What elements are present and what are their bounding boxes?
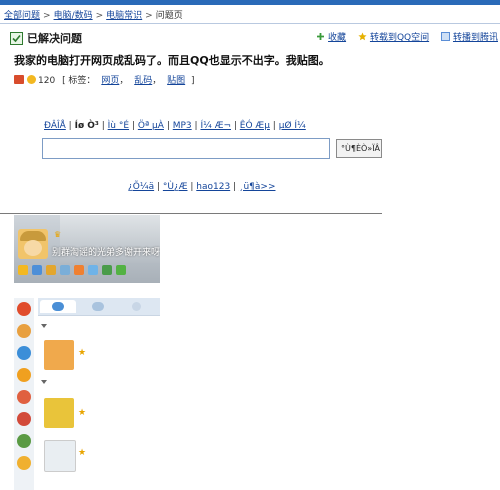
tags-end: ] xyxy=(191,76,195,86)
star-icon xyxy=(358,32,367,41)
garbled-bottom-link[interactable]: ¸ü¶à>> xyxy=(239,182,276,192)
tag-sep: ， xyxy=(152,76,162,86)
star-icon: ★ xyxy=(78,448,87,458)
chat-bubble-icon xyxy=(52,302,64,311)
group-expand-icon[interactable] xyxy=(41,380,47,384)
screenshot-divider xyxy=(0,213,382,214)
garbled-bottom-link[interactable]: °Ù¿Æ xyxy=(163,182,188,192)
breadcrumb-current: 问题页 xyxy=(155,11,183,21)
garbled-link[interactable]: ÐÂÎÅ xyxy=(44,121,66,131)
buddy-avatar[interactable] xyxy=(44,340,74,370)
link-sep: | xyxy=(230,182,239,192)
breadcrumb-sep: > xyxy=(145,11,153,21)
avatar[interactable] xyxy=(18,229,48,259)
qq-toolbar-icon[interactable] xyxy=(74,265,84,275)
share-qzone-label: 转载到QQ空间 xyxy=(369,33,430,43)
garbled-link[interactable]: µØ Í¼ xyxy=(279,121,306,131)
qq-tabs xyxy=(38,298,160,316)
favorite-link[interactable]: 收藏 xyxy=(316,30,346,43)
qq-toolbar-icon[interactable] xyxy=(18,265,28,275)
top-accent-bar xyxy=(0,0,500,5)
qq-sidebar xyxy=(14,298,34,490)
breadcrumb-link-all[interactable]: 全部问题 xyxy=(4,11,40,21)
question-actions: 收藏 转载到QQ空间 转播到腾讯 xyxy=(307,30,498,43)
tags-label: [ 标签： xyxy=(62,76,96,86)
link-sep: | xyxy=(187,182,197,192)
reward-points: 120 xyxy=(38,76,56,86)
check-icon xyxy=(10,32,23,45)
qq-toolbar-icon[interactable] xyxy=(88,265,98,275)
star-icon: ★ xyxy=(78,348,87,358)
buddy-avatar[interactable] xyxy=(44,440,76,472)
buddy-avatar[interactable] xyxy=(44,398,74,428)
qq-app-icon[interactable] xyxy=(17,390,31,404)
qq-header: ♛ 别群淘谣的光弟多谢开来呀 xyxy=(14,215,160,283)
qq-app-icon[interactable] xyxy=(17,346,31,360)
qq-toolbar-icon[interactable] xyxy=(116,265,126,275)
tab-groups[interactable] xyxy=(80,300,116,313)
link-sep: | xyxy=(154,182,163,192)
qq-app-icon[interactable] xyxy=(17,434,31,448)
share-tencent-label: 转播到腾讯 xyxy=(452,33,498,43)
breadcrumb-sep: > xyxy=(43,11,51,21)
header-divider xyxy=(0,23,500,24)
qq-signature: 别群淘谣的光弟多谢开来呀 xyxy=(52,248,160,258)
qq-buddy-list: ★ ★ ★ xyxy=(38,316,160,490)
share-qzone-link[interactable]: 转载到QQ空间 xyxy=(358,30,429,43)
qq-toolbar-icon[interactable] xyxy=(102,265,112,275)
breadcrumb: 全部问题 > 电脑/数码 > 电脑常识 > 问题页 xyxy=(4,8,183,21)
status-row: 已解决问题 收藏 转载到QQ空间 转播到腾讯 xyxy=(10,30,498,46)
breadcrumb-link-digital[interactable]: 电脑/数码 xyxy=(54,11,93,21)
qq-app-icon[interactable] xyxy=(17,412,31,426)
tag-link-garbled[interactable]: 乱码 xyxy=(134,76,152,86)
tab-contacts[interactable] xyxy=(40,300,76,313)
qq-app-icon[interactable] xyxy=(17,456,31,470)
tag-link-image[interactable]: 贴图 xyxy=(167,76,185,86)
crown-icon: ♛ xyxy=(54,230,62,239)
garbled-bottom-link[interactable]: ¿Õ¼ä xyxy=(128,182,154,192)
qq-app-icon[interactable] xyxy=(17,302,31,316)
group-expand-icon[interactable] xyxy=(41,324,47,328)
tab-search[interactable] xyxy=(120,300,156,313)
tag-link-webpage[interactable]: 网页 xyxy=(101,76,119,86)
qq-toolbar-icon[interactable] xyxy=(46,265,56,275)
garbled-nav-links: ÐÂÎÅ | Íø Ò³ | Ìù °É | Öª µÀ | MP3 | Í¼ … xyxy=(44,121,306,131)
share-tencent-link[interactable]: 转播到腾讯 xyxy=(440,30,498,43)
garbled-link[interactable]: MP3 xyxy=(173,121,192,131)
favorite-label: 收藏 xyxy=(328,33,347,43)
garbled-link[interactable]: Í¼ Æ¬ xyxy=(200,121,231,131)
qq-app-icon[interactable] xyxy=(17,368,31,382)
question-meta: 120 [ 标签： 网页， 乱码， 贴图 ] xyxy=(14,73,195,86)
breadcrumb-sep: > xyxy=(95,11,104,21)
qq-toolbar-icon[interactable] xyxy=(32,265,42,275)
qq-toolbar-icon[interactable] xyxy=(60,265,70,275)
search-icon xyxy=(132,302,141,311)
garbled-link[interactable]: ÊÓ Æµ xyxy=(240,121,270,131)
question-title: 我家的电脑打开网页成乱码了。而且QQ也显示不出字。我贴图。 xyxy=(14,54,330,67)
star-icon: ★ xyxy=(78,408,87,418)
tag-sep: ， xyxy=(119,76,129,86)
group-bubble-icon xyxy=(92,302,104,311)
breadcrumb-link-common[interactable]: 电脑常识 xyxy=(106,11,142,21)
qq-app-icon[interactable] xyxy=(17,324,31,338)
qq-panel: ♛ 别群淘谣的光弟多谢开来呀 ★ ★ ★ xyxy=(12,215,160,490)
search-input[interactable] xyxy=(42,138,330,159)
garbled-link[interactable]: Ìù °É xyxy=(108,121,129,131)
garbled-bottom-links: ¿Õ¼ä | °Ù¿Æ | hao123 | ¸ü¶à>> xyxy=(128,182,275,192)
qq-toolbar xyxy=(18,265,130,279)
book-icon xyxy=(14,75,24,84)
coin-icon xyxy=(27,75,36,84)
status-title: 已解决问题 xyxy=(27,32,82,45)
search-button[interactable]: °Ù¶ÈÒ»ÏÂ xyxy=(336,139,382,158)
garbled-link[interactable]: Öª µÀ xyxy=(138,121,164,131)
hao123-link[interactable]: hao123 xyxy=(196,182,230,192)
plus-icon xyxy=(316,32,325,41)
share-icon xyxy=(440,32,450,41)
garbled-link[interactable]: Íø Ò³ xyxy=(75,121,99,131)
